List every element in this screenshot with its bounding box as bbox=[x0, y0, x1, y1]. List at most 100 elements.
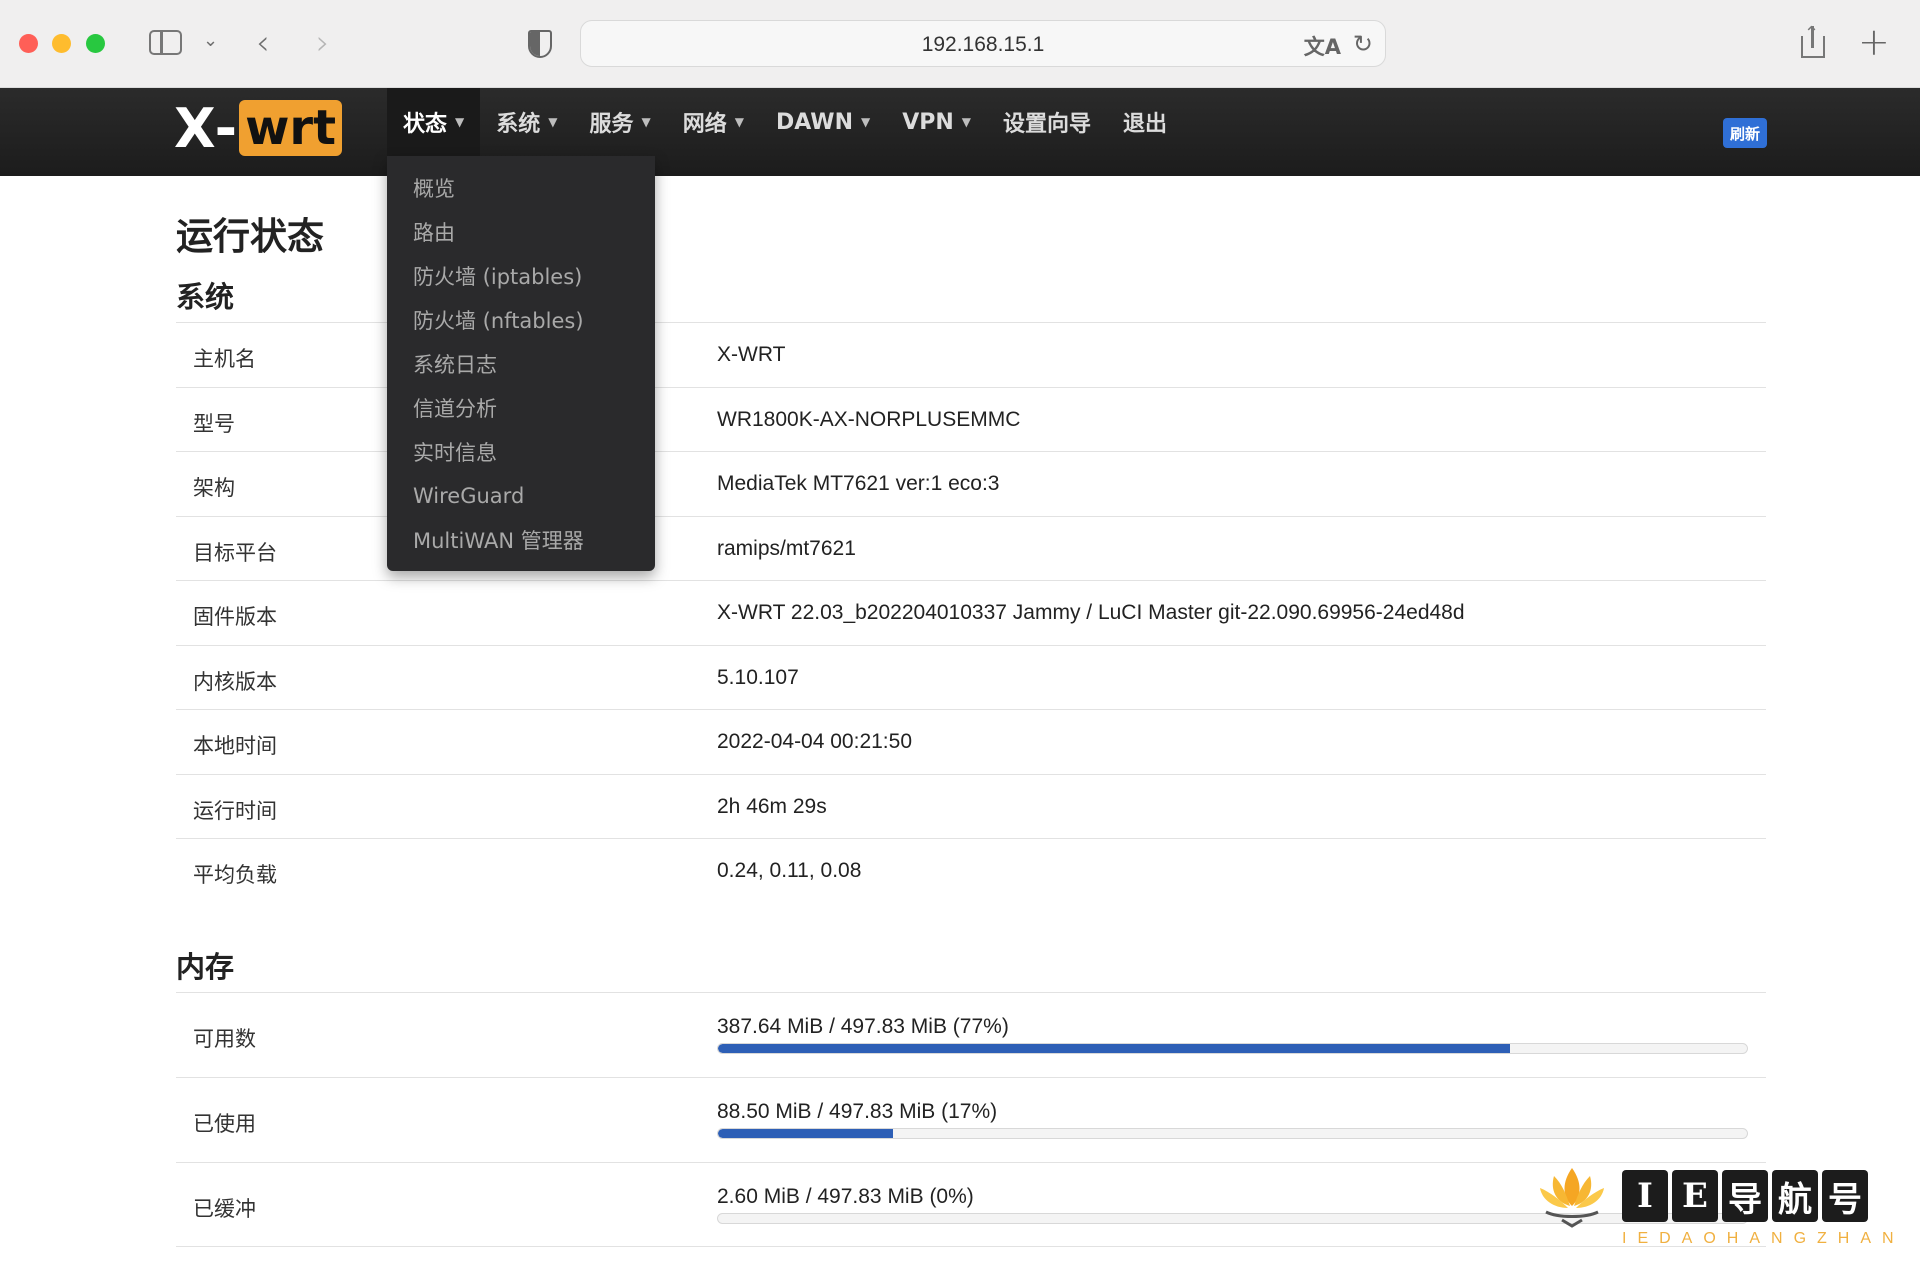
row-value: 387.64 MiB / 497.83 MiB (77%) bbox=[717, 1015, 1009, 1038]
row-value: 2h 46m 29s bbox=[717, 794, 827, 818]
progress-fill bbox=[718, 1129, 893, 1138]
row-value: 2022-04-04 00:21:50 bbox=[717, 730, 912, 753]
section-title-memory: 内存 bbox=[176, 950, 235, 984]
row-value: MediaTek MT7621 ver:1 eco:3 bbox=[717, 472, 1000, 495]
shield-icon[interactable] bbox=[528, 30, 552, 58]
sidebar-toggle-icon[interactable] bbox=[149, 30, 182, 55]
menu-label: 退出 bbox=[1123, 112, 1168, 137]
caret-down-icon: ▼ bbox=[860, 115, 871, 129]
menu-services[interactable]: 服务 ▼ bbox=[574, 88, 667, 156]
table-row: 运行时间 2h 46m 29s bbox=[176, 773, 1766, 839]
lotus-icon bbox=[1540, 1168, 1604, 1228]
page-title: 运行状态 bbox=[176, 215, 324, 258]
chevron-left-icon[interactable]: ‹ bbox=[256, 23, 270, 63]
caret-down-icon: ▼ bbox=[455, 115, 465, 129]
table-row: 固件版本 X-WRT 22.03_b202204010337 Jammy / L… bbox=[176, 580, 1766, 645]
dropdown-item-firewall-nftables[interactable]: 防火墙 (nftables) bbox=[387, 298, 655, 342]
dropdown-item-realtime[interactable]: 实时信息 bbox=[387, 430, 655, 474]
menu-label: 状态 bbox=[403, 112, 448, 137]
menu-status[interactable]: 状态 ▼ bbox=[387, 88, 481, 156]
row-value: WR1800K-AX-NORPLUSEMMC bbox=[717, 407, 1021, 431]
menu-dawn[interactable]: DAWN ▼ bbox=[760, 88, 886, 156]
chevron-down-icon[interactable]: ⌄ bbox=[203, 30, 218, 51]
close-window-button[interactable] bbox=[19, 34, 38, 53]
chevron-right-icon[interactable]: › bbox=[316, 23, 330, 63]
xwrt-logo[interactable]: X - wrt bbox=[174, 96, 343, 160]
row-label: 架构 bbox=[193, 476, 235, 500]
caret-down-icon: ▼ bbox=[641, 115, 651, 129]
minimize-window-button[interactable] bbox=[52, 34, 71, 53]
menu-network[interactable]: 网络 ▼ bbox=[667, 88, 760, 156]
row-value: 2.60 MiB / 497.83 MiB (0%) bbox=[717, 1185, 974, 1208]
logo-wrt: wrt bbox=[239, 100, 343, 156]
menu-logout[interactable]: 退出 bbox=[1107, 88, 1183, 156]
row-label: 平均负载 bbox=[193, 863, 277, 887]
row-label: 目标平台 bbox=[193, 540, 277, 565]
url-text[interactable]: 192.168.15.1 bbox=[581, 33, 1385, 57]
table-row: 已使用 88.50 MiB / 497.83 MiB (17%) bbox=[176, 1077, 1766, 1162]
row-label: 固件版本 bbox=[193, 605, 277, 629]
caret-down-icon: ▼ bbox=[961, 115, 972, 129]
watermark-text: I E 导 航 号 bbox=[1622, 1170, 1868, 1222]
menu-label: 系统 bbox=[496, 112, 541, 137]
router-navbar: X - wrt 状态 ▼ 系统 ▼ 服务 ▼ 网络 ▼ DAWN ▼ VPN ▼ 设置向导 … bbox=[0, 88, 1920, 176]
row-label: 可用数 bbox=[193, 1027, 256, 1051]
row-value: 5.10.107 bbox=[717, 665, 799, 689]
table-row: 已缓冲 2.60 MiB / 497.83 MiB (0%) bbox=[176, 1162, 1766, 1247]
address-bar[interactable]: 192.168.15.1 文A ↻ bbox=[580, 20, 1386, 67]
menu-label: VPN bbox=[902, 109, 954, 135]
progress-bar bbox=[717, 1128, 1748, 1139]
row-label: 内核版本 bbox=[193, 669, 277, 694]
share-icon[interactable]: ⌃ bbox=[1798, 24, 1828, 60]
dropdown-item-routes[interactable]: 路由 bbox=[387, 210, 655, 254]
reload-icon[interactable]: ↻ bbox=[1353, 30, 1373, 58]
table-row: 可用数 387.64 MiB / 497.83 MiB (77%) bbox=[176, 992, 1766, 1077]
row-label: 主机名 bbox=[193, 347, 256, 371]
row-value: X-WRT 22.03_b202204010337 Jammy / LuCI M… bbox=[717, 601, 1465, 624]
table-row: 平均负载 0.24, 0.11, 0.08 bbox=[176, 838, 1766, 903]
watermark-logo: I E 导 航 号 IEDAOHANGZHAN bbox=[1532, 1160, 1902, 1260]
caret-down-icon: ▼ bbox=[734, 115, 744, 129]
caret-down-icon: ▼ bbox=[548, 115, 558, 129]
dropdown-item-system-log[interactable]: 系统日志 bbox=[387, 342, 655, 386]
dropdown-item-channel-analysis[interactable]: 信道分析 bbox=[387, 386, 655, 430]
plus-icon[interactable]: + bbox=[1858, 20, 1890, 64]
menu-setup-wizard[interactable]: 设置向导 bbox=[987, 88, 1107, 156]
section-title-system: 系统 bbox=[176, 280, 235, 314]
menu-label: 设置向导 bbox=[1003, 112, 1092, 137]
logo-x: X bbox=[174, 96, 216, 160]
row-value: 88.50 MiB / 497.83 MiB (17%) bbox=[717, 1100, 998, 1123]
progress-bar bbox=[717, 1043, 1748, 1054]
row-value: ramips/mt7621 bbox=[717, 536, 856, 560]
watermark-char: 导 bbox=[1722, 1170, 1768, 1222]
watermark-char: I bbox=[1622, 1170, 1668, 1222]
browser-toolbar: ⌄ ‹ › 192.168.15.1 文A ↻ ⌃ + bbox=[0, 0, 1920, 88]
refresh-button[interactable]: 刷新 bbox=[1723, 118, 1767, 148]
row-value: X-WRT bbox=[717, 343, 786, 366]
main-menu: 状态 ▼ 系统 ▼ 服务 ▼ 网络 ▼ DAWN ▼ VPN ▼ 设置向导 退出 bbox=[387, 88, 1183, 156]
dropdown-item-wireguard[interactable]: WireGuard bbox=[387, 474, 655, 518]
memory-table: 可用数 387.64 MiB / 497.83 MiB (77%) 已使用 88… bbox=[176, 992, 1766, 1247]
menu-vpn[interactable]: VPN ▼ bbox=[886, 88, 987, 156]
status-dropdown-menu: 概览 路由 防火墙 (iptables) 防火墙 (nftables) 系统日志… bbox=[387, 156, 655, 571]
progress-fill bbox=[718, 1044, 1511, 1053]
row-label: 运行时间 bbox=[193, 798, 277, 823]
dropdown-item-multiwan[interactable]: MultiWAN 管理器 bbox=[387, 518, 655, 562]
zoom-window-button[interactable] bbox=[86, 34, 105, 53]
row-value: 0.24, 0.11, 0.08 bbox=[717, 859, 862, 882]
table-row: 内核版本 5.10.107 bbox=[176, 644, 1766, 710]
row-label: 型号 bbox=[193, 411, 235, 436]
logo-dash: - bbox=[214, 96, 238, 160]
watermark-subtext: IEDAOHANGZHAN bbox=[1622, 1230, 1905, 1247]
menu-label: DAWN bbox=[776, 109, 853, 135]
row-label: 已缓冲 bbox=[193, 1197, 256, 1221]
translate-icon[interactable]: 文A bbox=[1304, 31, 1341, 61]
watermark-char: E bbox=[1672, 1170, 1718, 1222]
menu-label: 服务 bbox=[589, 112, 634, 137]
menu-system[interactable]: 系统 ▼ bbox=[480, 88, 573, 156]
dropdown-item-overview[interactable]: 概览 bbox=[387, 166, 655, 210]
dropdown-item-firewall-iptables[interactable]: 防火墙 (iptables) bbox=[387, 254, 655, 298]
watermark-char: 航 bbox=[1772, 1170, 1818, 1222]
row-label: 本地时间 bbox=[193, 734, 277, 758]
menu-label: 网络 bbox=[682, 112, 727, 137]
